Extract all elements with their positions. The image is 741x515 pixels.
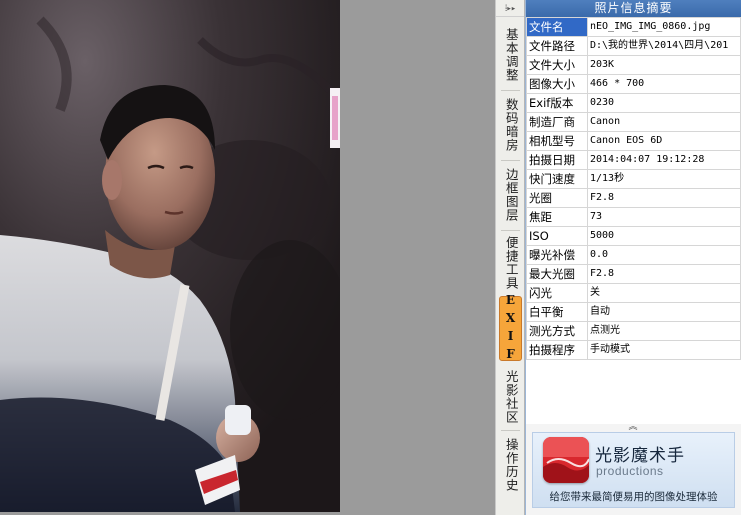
table-row[interactable]: 曝光补偿 0.0	[526, 245, 741, 265]
exif-key: 快门速度	[526, 169, 588, 189]
exif-key: 焦距	[526, 207, 588, 227]
table-row[interactable]: 图像大小 466 * 700	[526, 74, 741, 94]
exif-key: 拍摄日期	[526, 150, 588, 170]
exif-value: 关	[587, 283, 741, 303]
table-row[interactable]: 相机型号 Canon EOS 6D	[526, 131, 741, 151]
exif-value: Canon	[587, 112, 741, 132]
exif-key: 白平衡	[526, 302, 588, 322]
exif-key: 曝光补偿	[526, 245, 588, 265]
app-logo-icon	[543, 437, 589, 483]
exif-key: 制造厂商	[526, 112, 588, 132]
tab-exif[interactable]: EXIF	[499, 293, 522, 365]
tab-divider	[501, 90, 520, 91]
photo-canvas[interactable]	[0, 0, 495, 515]
table-row[interactable]: 文件大小 203K	[526, 55, 741, 75]
table-row[interactable]: 文件名 nEO_IMG_IMG_0860.jpg	[526, 17, 741, 37]
exif-value: F2.8	[587, 264, 741, 284]
collapse-chevron-icon[interactable]: ︽	[526, 419, 740, 432]
tab-basic-adjust[interactable]: 基本调整	[499, 22, 522, 88]
table-row[interactable]: 光圈 F2.8	[526, 188, 741, 208]
table-row[interactable]: 拍摄日期 2014:04:07 19:12:28	[526, 150, 741, 170]
exif-key: 光圈	[526, 188, 588, 208]
table-row[interactable]: 快门速度 1/13秒	[526, 169, 741, 189]
exif-key: 测光方式	[526, 321, 588, 341]
exif-key: 文件名	[526, 17, 588, 37]
exif-value: 203K	[587, 55, 741, 75]
exif-key: ISO	[526, 226, 588, 246]
table-row[interactable]: Exif版本 0230	[526, 93, 741, 113]
table-empty-area	[526, 360, 741, 424]
tab-community[interactable]: 光影社区	[499, 366, 522, 428]
exif-key: 文件大小	[526, 55, 588, 75]
exif-key: 闪光	[526, 283, 588, 303]
exif-value: F2.8	[587, 188, 741, 208]
promo-subtitle: productions	[596, 464, 664, 478]
exif-value: 自动	[587, 302, 741, 322]
exif-value: Canon EOS 6D	[587, 131, 741, 151]
exif-value: 73	[587, 207, 741, 227]
exif-key: 文件路径	[526, 36, 588, 56]
table-row[interactable]: 拍摄程序 手动模式	[526, 340, 741, 360]
exif-value: 0230	[587, 93, 741, 113]
exif-table: 文件名 nEO_IMG_IMG_0860.jpg 文件路径 D:\我的世界\2014…	[526, 17, 741, 360]
tab-divider	[501, 230, 520, 231]
adjacent-photo-edge	[330, 88, 340, 148]
table-row[interactable]: 闪光关	[526, 283, 741, 303]
exif-value: 点测光	[587, 321, 741, 341]
exif-value: 466 * 700	[587, 74, 741, 94]
table-row[interactable]: ISO 5000	[526, 226, 741, 246]
exif-value: 5000	[587, 226, 741, 246]
promo-banner[interactable]: 光影魔术手 productions 给您带来最简便易用的图像处理体验	[532, 432, 735, 508]
exif-value: 0.0	[587, 245, 741, 265]
portrait-photo[interactable]	[0, 0, 340, 512]
exif-key: 最大光圈	[526, 264, 588, 284]
exif-panel: 照片信息摘要 文件名 nEO_IMG_IMG_0860.jpg 文件路径 D:\我的…	[525, 0, 741, 515]
exif-value: 1/13秒	[587, 169, 741, 189]
promo-slogan: 给您带来最简便易用的图像处理体验	[549, 491, 718, 503]
exif-value: 2014:04:07 19:12:28	[587, 150, 741, 170]
exif-value: 手动模式	[587, 340, 741, 360]
table-row[interactable]: 测光方式 点测光	[526, 321, 741, 341]
table-row[interactable]: 焦距 73	[526, 207, 741, 227]
vertical-tab-strip: ⁞▸▸ 基本调整 数码暗房 边框图层 便捷工具 EXIF 光影社区 操作历史	[495, 0, 525, 515]
exif-key: 图像大小	[526, 74, 588, 94]
tab-divider	[501, 430, 520, 431]
tab-divider	[501, 160, 520, 161]
table-row[interactable]: 文件路径 D:\我的世界\2014\四月\201	[526, 36, 741, 56]
expand-panel-icon[interactable]: ⁞▸▸	[496, 0, 524, 17]
promo-title: 光影魔术手	[595, 446, 685, 466]
table-row[interactable]: 最大光圈 F2.8	[526, 264, 741, 284]
tab-history[interactable]: 操作历史	[499, 432, 522, 498]
panel-title: 照片信息摘要	[526, 0, 741, 17]
exif-value: D:\我的世界\2014\四月\201	[587, 36, 741, 56]
tab-digital-darkroom[interactable]: 数码暗房	[499, 92, 522, 158]
tab-quick-tools[interactable]: 便捷工具	[499, 232, 522, 294]
exif-key: 相机型号	[526, 131, 588, 151]
exif-value: nEO_IMG_IMG_0860.jpg	[587, 17, 741, 37]
tab-frames-layers[interactable]: 边框图层	[499, 162, 522, 228]
exif-key: 拍摄程序	[526, 340, 588, 360]
exif-key: Exif版本	[526, 93, 588, 113]
table-row[interactable]: 制造厂商 Canon	[526, 112, 741, 132]
table-row[interactable]: 白平衡 自动	[526, 302, 741, 322]
app-window: ⁞▸▸ 基本调整 数码暗房 边框图层 便捷工具 EXIF 光影社区 操作历史 照…	[0, 0, 741, 515]
